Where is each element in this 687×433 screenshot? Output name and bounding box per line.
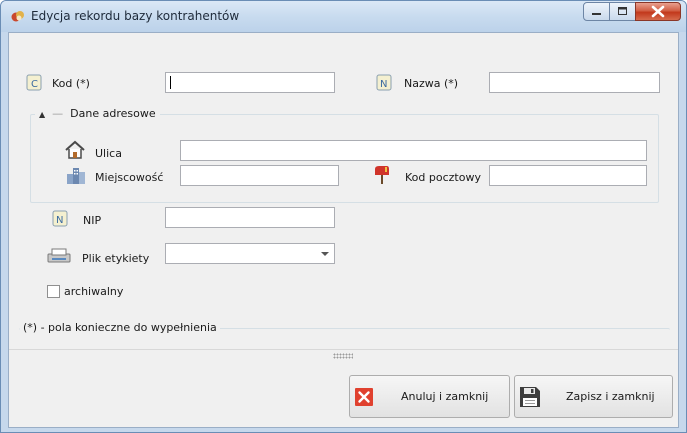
- miejscowosc-label: Miejscowość: [95, 171, 164, 184]
- kod-pocztowy-input[interactable]: [489, 165, 647, 186]
- required-fields-note: (*) - pola konieczne do wypełnienia: [20, 321, 220, 334]
- kod-pocztowy-label: Kod pocztowy: [405, 171, 481, 184]
- cancel-button-label: Anuluj i zamknij: [401, 390, 489, 403]
- nip-icon: N: [52, 210, 68, 227]
- ulica-label: Ulica: [95, 147, 122, 160]
- minimize-button[interactable]: [583, 2, 610, 21]
- save-button-label: Zapisz i zamknij: [566, 390, 655, 403]
- maximize-button[interactable]: [609, 2, 636, 21]
- nip-input[interactable]: [165, 207, 335, 228]
- nazwa-input[interactable]: [489, 72, 660, 93]
- splitter-grip[interactable]: [333, 353, 353, 359]
- dialog-window: Edycja rekordu bazy kontrahentów C Kod (…: [0, 0, 687, 433]
- form-panel: C Kod (*) N Nazwa (*) ▲ — Dane adresowe: [10, 34, 677, 349]
- cancel-and-close-button[interactable]: Anuluj i zamknij: [349, 375, 510, 418]
- panel-divider: [9, 349, 678, 350]
- text-caret: [170, 76, 171, 89]
- archiwalny-checkbox[interactable]: [47, 285, 60, 298]
- house-icon: [65, 140, 85, 159]
- maximize-icon: [618, 7, 627, 15]
- nip-label: NIP: [83, 214, 102, 227]
- dropdown-arrow-icon[interactable]: [321, 252, 329, 256]
- kod-input[interactable]: [165, 72, 335, 93]
- svg-text:N: N: [380, 79, 387, 90]
- client-area: C Kod (*) N Nazwa (*) ▲ — Dane adresowe: [8, 32, 679, 428]
- address-group-title: Dane adresowe: [70, 107, 156, 120]
- close-icon: [651, 5, 665, 18]
- app-icon: [11, 11, 24, 22]
- minimize-icon: [592, 13, 601, 15]
- plik-etykiety-combobox[interactable]: [165, 243, 335, 264]
- address-group-header[interactable]: ▲ — Dane adresowe: [35, 107, 160, 120]
- nazwa-label: Nazwa (*): [404, 77, 459, 90]
- kod-label: Kod (*): [52, 77, 90, 90]
- miejscowosc-input[interactable]: [180, 165, 339, 186]
- code-icon: C: [26, 74, 42, 91]
- close-button[interactable]: [635, 2, 681, 21]
- cancel-icon: [355, 388, 373, 406]
- name-icon: N: [376, 74, 392, 91]
- mailbox-icon: [375, 166, 389, 184]
- svg-text:C: C: [31, 79, 38, 90]
- archiwalny-label[interactable]: archiwalny: [64, 285, 123, 298]
- save-and-close-button[interactable]: Zapisz i zamknij: [514, 375, 673, 418]
- title-bar[interactable]: Edycja rekordu bazy kontrahentów: [1, 1, 686, 32]
- collapse-arrow-icon[interactable]: ▲: [39, 110, 45, 119]
- svg-text:N: N: [56, 215, 63, 226]
- ulica-input[interactable]: [180, 140, 647, 161]
- printer-icon: [47, 248, 71, 263]
- city-icon: [67, 168, 85, 184]
- floppy-disk-icon: [520, 387, 540, 407]
- window-title: Edycja rekordu bazy kontrahentów: [31, 9, 240, 23]
- caption-buttons: [583, 2, 681, 21]
- plik-etykiety-label: Plik etykiety: [82, 252, 150, 265]
